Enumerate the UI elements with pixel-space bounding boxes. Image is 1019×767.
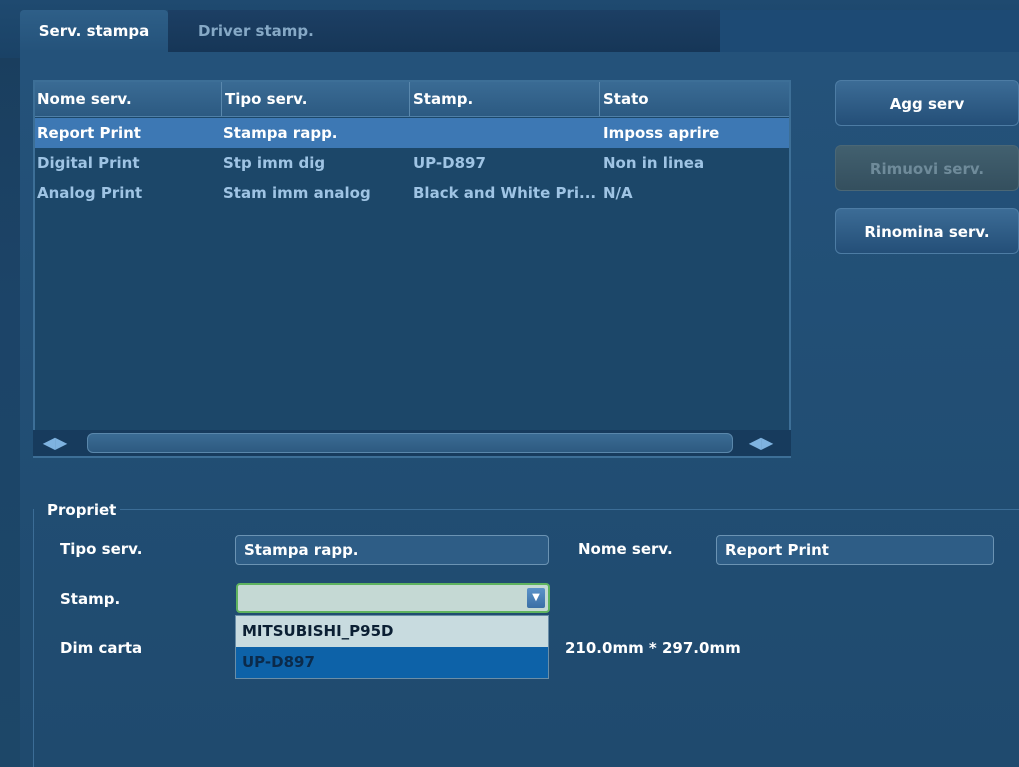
service-name-label: Nome serv.	[578, 540, 673, 558]
cell-type: Stampa rapp.	[223, 124, 338, 142]
chevron-down-icon[interactable]: ▼	[527, 588, 545, 608]
service-type-label: Tipo serv.	[60, 540, 143, 558]
server-list-header: Nome serv. Tipo serv. Stamp. Stato	[35, 82, 789, 117]
scroll-left-arrows-icon[interactable]: ◀▶	[33, 430, 77, 456]
properties-title: Propriet	[47, 501, 117, 519]
cell-name: Digital Print	[37, 154, 140, 172]
table-row[interactable]: Analog Print Stam imm analog Black and W…	[35, 178, 789, 208]
print-settings-screen: Serv. stampa Driver stamp. Nome serv. Ti…	[0, 0, 1019, 767]
cell-status: Non in linea	[603, 154, 705, 172]
cell-status: Imposs aprire	[603, 124, 720, 142]
cell-name: Analog Print	[37, 184, 143, 202]
column-header-type[interactable]: Tipo serv.	[223, 82, 411, 116]
table-row[interactable]: Report Print Stampa rapp. Imposs aprire	[35, 118, 789, 148]
cell-type: Stam imm analog	[223, 184, 371, 202]
server-list[interactable]: Nome serv. Tipo serv. Stamp. Stato Repor…	[33, 80, 791, 458]
scrollbar-thumb[interactable]	[87, 433, 733, 453]
column-header-printer[interactable]: Stamp.	[411, 82, 599, 116]
group-border	[33, 509, 34, 767]
tab-bar-filler	[720, 10, 1019, 52]
cell-printer	[413, 118, 597, 148]
paper-size-value: 210.0mm * 297.0mm	[565, 639, 741, 657]
scroll-right-arrows-icon[interactable]: ◀▶	[739, 430, 783, 456]
tab-print-driver[interactable]: Driver stamp.	[168, 10, 720, 52]
cell-status: N/A	[603, 184, 633, 202]
cell-printer: Black and White Pri...	[413, 184, 597, 202]
column-divider[interactable]	[409, 82, 410, 116]
paper-size-label: Dim carta	[60, 639, 143, 657]
dropdown-option-mitsubishi[interactable]: MITSUBISHI_P95D	[236, 616, 548, 647]
service-name-field[interactable]: Report Print	[716, 535, 994, 565]
cell-printer: UP-D897	[413, 154, 486, 172]
service-type-field: Stampa rapp.	[235, 535, 549, 565]
horizontal-scrollbar[interactable]: ◀▶ ◀▶	[33, 430, 791, 456]
printer-label: Stamp.	[60, 590, 121, 608]
tab-print-service[interactable]: Serv. stampa	[20, 10, 168, 52]
cell-type: Stp imm dig	[223, 154, 326, 172]
group-divider	[120, 509, 1019, 510]
column-divider[interactable]	[599, 82, 600, 116]
column-divider[interactable]	[221, 82, 222, 116]
column-header-name[interactable]: Nome serv.	[35, 82, 223, 116]
remove-service-button[interactable]: Rimuovi serv.	[835, 145, 1019, 191]
printer-dropdown-list: MITSUBISHI_P95D UP-D897	[235, 615, 549, 679]
column-header-status[interactable]: Stato	[601, 82, 789, 116]
rename-service-button[interactable]: Rinomina serv.	[835, 208, 1019, 254]
table-row[interactable]: Digital Print Stp imm dig UP-D897 Non in…	[35, 148, 789, 178]
printer-select[interactable]: ▼	[236, 583, 550, 613]
cell-name: Report Print	[37, 124, 141, 142]
add-service-button[interactable]: Agg serv	[835, 80, 1019, 126]
dropdown-option-up-d897[interactable]: UP-D897	[236, 647, 548, 678]
